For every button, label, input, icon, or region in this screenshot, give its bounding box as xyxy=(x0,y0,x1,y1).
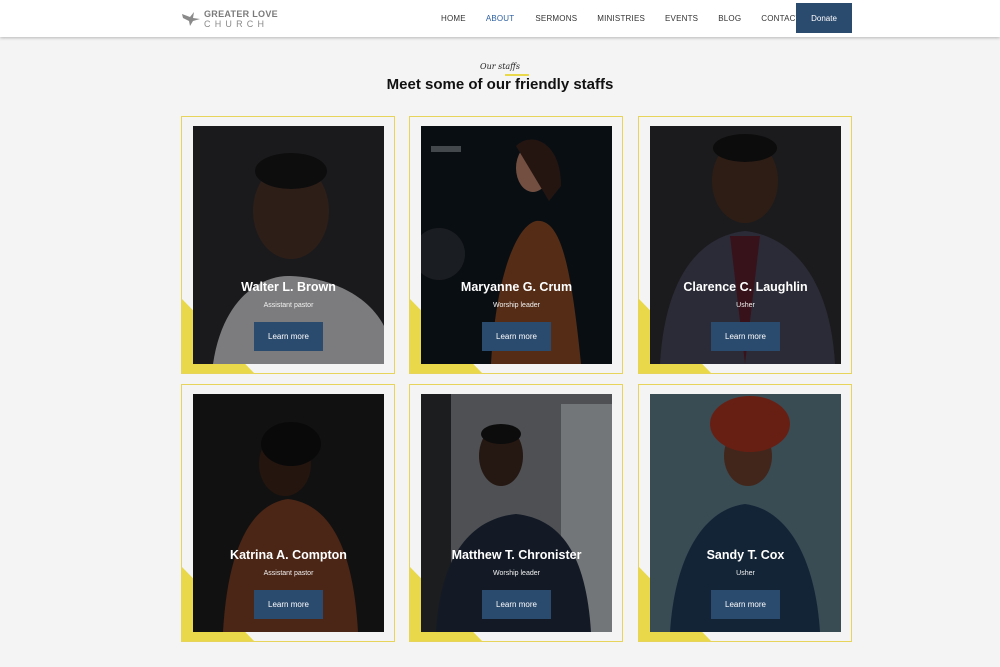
nav-item-ministries[interactable]: MINISTRIES xyxy=(597,14,645,23)
staff-name: Matthew T. Chronister xyxy=(451,548,582,562)
staff-photo: Clarence C. Laughlin Usher Learn more xyxy=(650,126,841,364)
dove-icon xyxy=(182,12,200,26)
staff-card: Clarence C. Laughlin Usher Learn more xyxy=(638,116,852,374)
staff-role: Assistant pastor xyxy=(263,570,314,577)
staff-name: Katrina A. Compton xyxy=(230,548,347,562)
staff-role: Usher xyxy=(736,570,755,577)
staff-role: Assistant pastor xyxy=(263,302,314,309)
nav-item-blog[interactable]: BLOG xyxy=(718,14,741,23)
nav-item-home[interactable]: HOME xyxy=(441,14,466,23)
site-logo[interactable]: GREATER LOVE CHURCH xyxy=(181,7,278,31)
staff-photo: Matthew T. Chronister Worship leader Lea… xyxy=(421,394,612,632)
learn-more-button[interactable]: Learn more xyxy=(711,322,780,351)
staff-card: Katrina A. Compton Assistant pastor Lear… xyxy=(181,384,395,642)
nav-item-events[interactable]: EVENTS xyxy=(665,14,698,23)
learn-more-button[interactable]: Learn more xyxy=(482,322,551,351)
staff-card: Matthew T. Chronister Worship leader Lea… xyxy=(409,384,623,642)
nav-item-contact[interactable]: CONTACT xyxy=(761,14,800,23)
main-nav: HOME ABOUT SERMONS MINISTRIES EVENTS BLO… xyxy=(441,0,801,37)
staff-card: Maryanne G. Crum Worship leader Learn mo… xyxy=(409,116,623,374)
learn-more-button[interactable]: Learn more xyxy=(711,590,780,619)
staff-photo: Walter L. Brown Assistant pastor Learn m… xyxy=(193,126,384,364)
staff-card: Sandy T. Cox Usher Learn more xyxy=(638,384,852,642)
staff-role: Worship leader xyxy=(493,570,540,577)
learn-more-button[interactable]: Learn more xyxy=(482,590,551,619)
staff-name: Clarence C. Laughlin xyxy=(683,280,808,294)
staff-photo: Maryanne G. Crum Worship leader Learn mo… xyxy=(421,126,612,364)
staff-role: Usher xyxy=(736,302,755,309)
logo-text-line2: CHURCH xyxy=(204,18,269,29)
learn-more-button[interactable]: Learn more xyxy=(254,590,323,619)
staff-name: Maryanne G. Crum xyxy=(460,280,573,294)
staff-photo: Sandy T. Cox Usher Learn more xyxy=(650,394,841,632)
staff-name: Sandy T. Cox xyxy=(706,548,785,562)
section-title: Meet some of our friendly staffs xyxy=(386,76,614,93)
donate-button[interactable]: Donate xyxy=(796,3,852,33)
site-header: GREATER LOVE CHURCH HOME ABOUT SERMONS M… xyxy=(0,0,1000,37)
nav-item-sermons[interactable]: SERMONS xyxy=(535,14,577,23)
staff-card: Walter L. Brown Assistant pastor Learn m… xyxy=(181,116,395,374)
learn-more-button[interactable]: Learn more xyxy=(254,322,323,351)
nav-item-about[interactable]: ABOUT xyxy=(486,14,515,23)
staff-name: Walter L. Brown xyxy=(241,280,336,294)
logo-text-line1: GREATER LOVE xyxy=(204,8,278,19)
staff-role: Worship leader xyxy=(493,302,540,309)
staff-photo: Katrina A. Compton Assistant pastor Lear… xyxy=(193,394,384,632)
section-eyebrow: Our staffs xyxy=(480,62,520,71)
